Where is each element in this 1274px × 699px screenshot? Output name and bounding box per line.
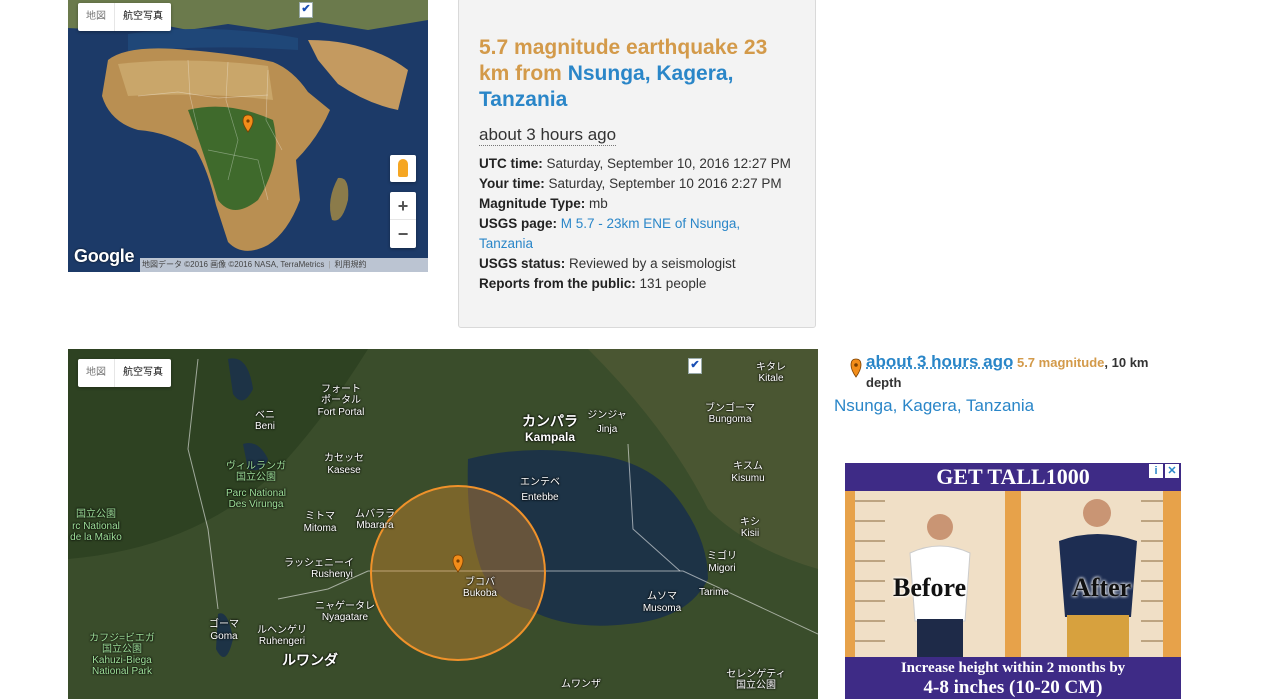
label-beni-jp: ベニ (255, 410, 275, 421)
label-jinja-jp: ジンジャ (587, 410, 627, 421)
sidebar-magnitude: 5.7 magnitude (1016, 355, 1105, 370)
ad-headline: GET TALL1000 (845, 463, 1181, 491)
label-migori: Migori (708, 563, 736, 574)
label-ruhengeri-jp: ルヘンゲリ (257, 625, 307, 636)
location-link-tanzania[interactable]: Tanzania (966, 396, 1034, 415)
time-ago: about 3 hours ago (479, 125, 617, 146)
label-ruhengeri: Ruhengeri (258, 636, 306, 647)
label-goma: Goma (210, 631, 238, 642)
earthquake-title: 5.7 magnitude earthquake 23 km from Nsun… (479, 36, 768, 111)
label-jinja: Jinja (596, 424, 618, 435)
map-type-map-button[interactable]: 地図 (78, 359, 115, 387)
ad-footer: Increase height within 2 months by 4-8 i… (845, 657, 1181, 699)
label-kisii-jp: キシ (740, 517, 760, 528)
ad-footer-line1: Increase height within 2 months by (900, 660, 1126, 676)
label-rushenyi: Rushenyi (311, 569, 353, 580)
map-pin-icon (850, 358, 862, 378)
sidebar-summary: about 3 hours ago 5.7 magnitude, 10 km d… (866, 352, 1149, 390)
label-virunga: Parc National Des Virunga (225, 488, 287, 510)
label-entebbe: Entebbe (521, 492, 559, 503)
label-mitoma-jp: ミトマ (305, 511, 335, 522)
map-type-satellite-button[interactable]: 航空写真 (115, 359, 171, 387)
label-musoma: Musoma (642, 603, 682, 614)
magnitude-type-row: Magnitude Type: mb (479, 196, 608, 211)
label-fortportal-jp: フォート ポータル (321, 384, 361, 406)
label-mitoma: Mitoma (303, 523, 337, 534)
label-bungoma: Bungoma (708, 414, 752, 425)
label-kahuzi: Kahuzi-Biega National Park (91, 655, 153, 677)
location-link-nsunga[interactable]: Nsunga (834, 396, 893, 415)
ad-info-icon[interactable]: i (1149, 464, 1163, 478)
earthquake-info-panel: 5.7 magnitude earthquake 23 km from Nsun… (458, 0, 816, 328)
ad-close-icon[interactable]: ✕ (1165, 464, 1179, 478)
ad-controls: i ✕ (1149, 464, 1179, 478)
label-bukoba-jp: ブコバ (465, 577, 495, 588)
label-nyagatare: Nyagatare (321, 612, 369, 623)
label-migori-jp: ミゴリ (707, 551, 737, 562)
your-time-row: Your time: Saturday, September 10 2016 2… (479, 176, 782, 191)
location-link-kagera[interactable]: Kagera (902, 396, 957, 415)
label-musoma-jp: ムソマ (647, 591, 677, 602)
attribution-text: 地図データ ©2016 画像 ©2016 NASA, TerraMetrics (142, 260, 325, 269)
checkbox-icon[interactable]: ✔ (688, 358, 702, 374)
regional-map[interactable]: 地図 航空写真 ✔ フォート ポータル Fort Portal ベニ Beni … (68, 349, 818, 699)
terms-link[interactable]: 利用規約 (334, 260, 366, 269)
advertisement[interactable]: GET TALL1000 i ✕ Before After Increase h… (845, 463, 1181, 699)
label-kisii: Kisii (740, 528, 760, 539)
zoom-in-button[interactable]: + (390, 192, 416, 220)
label-entebbe-jp: エンテベ (520, 477, 560, 488)
map-type-control: 地図 航空写真 (78, 3, 171, 31)
map-attribution: 地図データ ©2016 画像 ©2016 NASA, TerraMetrics |… (140, 258, 428, 272)
ad-after-label: After (1072, 573, 1132, 602)
label-kisumu: Kisumu (731, 473, 765, 484)
map-type-control-regional: 地図 航空写真 (78, 359, 171, 387)
label-nyagatare-jp: ニャゲータレ (315, 601, 375, 612)
label-rwanda-jp: ルワンダ (282, 652, 338, 668)
label-tarime: Tarime (698, 587, 730, 598)
label-beni: Beni (254, 421, 276, 432)
utc-time-row: UTC time: Saturday, September 10, 2016 1… (479, 156, 791, 171)
ad-footer-line2: 4-8 inches (10-20 CM) (923, 677, 1103, 698)
sidebar-location: Nsunga, Kagera, Tanzania (834, 396, 1035, 415)
label-virunga-jp: ヴィルランガ 国立公園 (226, 461, 286, 483)
label-kasese-jp: カセッセ (324, 453, 364, 464)
label-mbarara-jp: ムバララ (355, 509, 395, 520)
label-rushenyi-jp: ラッシェニーイ (284, 558, 354, 569)
usgs-page-row: USGS page: M 5.7 - 23km ENE of Nsunga, T… (479, 216, 741, 251)
label-mwanza-jp: ムワンザ (561, 679, 601, 690)
label-kampala-jp: カンパラ (522, 413, 578, 429)
zoom-out-button[interactable]: − (390, 220, 416, 248)
label-kitale-jp: キタレ (756, 362, 786, 373)
label-maiko: rc National de la Maïko (70, 521, 122, 543)
world-map[interactable]: 地図 航空写真 ✔ + − Google 地図データ ©2016 画像 ©201… (68, 0, 428, 272)
usgs-status-row: USGS status: Reviewed by a seismologist (479, 256, 736, 271)
label-bukoba: Bukoba (463, 588, 497, 599)
map-type-map-button[interactable]: 地図 (78, 3, 115, 31)
regional-map-imagery (68, 349, 818, 699)
checkbox-icon[interactable]: ✔ (299, 2, 313, 18)
public-reports-row: Reports from the public: 131 people (479, 276, 707, 291)
label-goma-jp: ゴーマ (209, 619, 239, 630)
label-kasese: Kasese (327, 465, 361, 476)
label-maiko-jp: 国立公園 (76, 509, 116, 520)
label-kitale: Kitale (758, 373, 784, 384)
ad-before-label: Before (893, 573, 967, 602)
sidebar-time-link[interactable]: about 3 hours ago (866, 352, 1013, 371)
street-view-pegman-icon[interactable] (390, 155, 416, 182)
label-bungoma-jp: ブンゴーマ (705, 403, 755, 414)
world-map-imagery (68, 0, 428, 272)
zoom-control: + − (390, 192, 416, 248)
label-kampala: Kampala (524, 430, 576, 444)
label-serengeti-jp: セレンゲティ 国立公園 (726, 669, 786, 691)
map-type-satellite-button[interactable]: 航空写真 (115, 3, 171, 31)
recent-quake-sidebar: about 3 hours ago 5.7 magnitude, 10 km d… (834, 352, 1184, 417)
label-kisumu-jp: キスム (733, 461, 763, 472)
google-logo: Google (74, 246, 135, 266)
label-mbarara: Mbarara (356, 520, 394, 531)
label-kahuzi-jp: カフジ=ビエガ 国立公園 (89, 633, 155, 655)
label-fortportal: Fort Portal (317, 407, 365, 418)
